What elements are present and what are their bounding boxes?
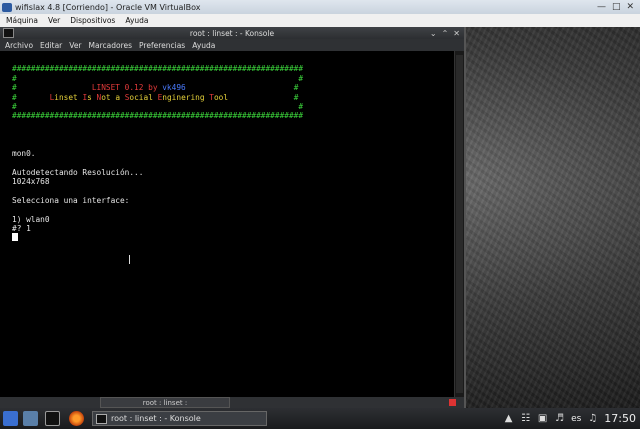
menu-marcadores[interactable]: Marcadores <box>89 41 133 50</box>
banner-spacer: # # <box>12 101 304 111</box>
scrollbar-thumb[interactable] <box>456 55 463 393</box>
vbox-menu-ver[interactable]: Ver <box>48 16 60 25</box>
clock[interactable]: 17:50 <box>604 412 636 425</box>
ibeam-cursor-icon <box>129 255 130 264</box>
banner-subtitle-line: # Linset Is Not a Social Enginering Tool… <box>12 92 299 102</box>
banner-spacer: # # <box>12 73 304 83</box>
vbox-menu-ayuda[interactable]: Ayuda <box>125 16 148 25</box>
close-icon[interactable]: ✕ <box>626 2 634 12</box>
konsole-menubar: Archivo Editar Ver Marcadores Preferenci… <box>0 39 464 51</box>
volume-icon[interactable]: ♬ <box>554 413 565 424</box>
prompt-line: #? 1 <box>12 224 31 234</box>
vbox-menubar: Máquina Ver Dispositivos Ayuda <box>0 14 640 28</box>
konsole-scrollbar[interactable] <box>454 51 464 397</box>
menu-ver[interactable]: Ver <box>69 41 81 50</box>
taskbar-task-label: root : linset : - Konsole <box>111 414 201 423</box>
tab-close-icon[interactable] <box>449 399 456 406</box>
konsole-tab[interactable]: root : linset : <box>100 397 230 408</box>
text-cursor <box>12 233 18 242</box>
konsole-titlebar: root : linset : - Konsole ⌄ ⌃ ✕ <box>0 27 464 39</box>
select-interface-text: Selecciona una interface: <box>12 195 130 205</box>
banner-border-bottom: ########################################… <box>12 111 304 121</box>
menu-preferencias[interactable]: Preferencias <box>139 41 185 50</box>
monitor-interface-text: mon0. <box>12 148 36 158</box>
firefox-icon[interactable] <box>69 411 84 426</box>
konsole-window: root : linset : - Konsole ⌄ ⌃ ✕ Archivo … <box>0 27 466 408</box>
konsole-maximize-icon[interactable]: ⌃ <box>442 29 449 38</box>
resolution-text: 1024x768 <box>12 177 50 187</box>
konsole-tabbar: root : linset : <box>0 397 464 408</box>
banner-subtitle: Linset Is Not a Social Enginering Tool <box>49 92 229 102</box>
banner-title-line: # LINSET 0.12 by vk496 # <box>12 83 299 93</box>
maximize-icon[interactable]: □ <box>612 2 621 12</box>
arrow-up-icon[interactable]: ▲ <box>503 413 514 424</box>
minimize-icon[interactable]: — <box>597 2 606 12</box>
konsole-close-icon[interactable]: ✕ <box>453 29 460 38</box>
taskbar: root : linset : - Konsole ▲ ☷ ▣ ♬ es ♫ 1… <box>0 408 640 429</box>
vbox-titlebar: wifislax 4.8 [Corriendo] - Oracle VM Vir… <box>0 0 640 14</box>
terminal-launcher-icon[interactable] <box>45 411 60 426</box>
virtualbox-icon <box>2 2 12 12</box>
banner-author: vk496 <box>162 83 186 93</box>
banner-border-top: ########################################… <box>12 64 304 74</box>
interface-option: 1) wlan0 <box>12 214 50 224</box>
monitor-icon[interactable]: ▣ <box>537 413 548 424</box>
autodetect-text: Autodetectando Resolución... <box>12 167 144 177</box>
banner-title: LINSET 0.12 by <box>91 83 158 93</box>
speaker-icon[interactable]: ♫ <box>587 413 598 424</box>
file-manager-icon[interactable] <box>23 411 38 426</box>
cursor-line <box>12 233 455 242</box>
taskbar-konsole-task[interactable]: root : linset : - Konsole <box>92 411 267 426</box>
prompt-input: 1 <box>26 224 31 234</box>
system-tray: ▲ ☷ ▣ ♬ es ♫ 17:50 <box>503 408 636 429</box>
network-icon[interactable]: ☷ <box>520 413 531 424</box>
menu-editar[interactable]: Editar <box>40 41 62 50</box>
terminal-area[interactable]: ########################################… <box>0 51 455 397</box>
menu-archivo[interactable]: Archivo <box>5 41 33 50</box>
konsole-window-title: root : linset : - Konsole <box>189 28 275 38</box>
menu-ayuda[interactable]: Ayuda <box>192 41 215 50</box>
kde-menu-icon[interactable] <box>3 411 18 426</box>
language-indicator[interactable]: es <box>571 414 581 424</box>
vbox-menu-maquina[interactable]: Máquina <box>6 16 38 25</box>
konsole-minimize-icon[interactable]: ⌄ <box>430 29 437 38</box>
vbox-window-title: wifislax 4.8 [Corriendo] - Oracle VM Vir… <box>15 2 201 12</box>
vbox-menu-dispositivos[interactable]: Dispositivos <box>70 16 115 25</box>
terminal-icon <box>96 413 107 424</box>
